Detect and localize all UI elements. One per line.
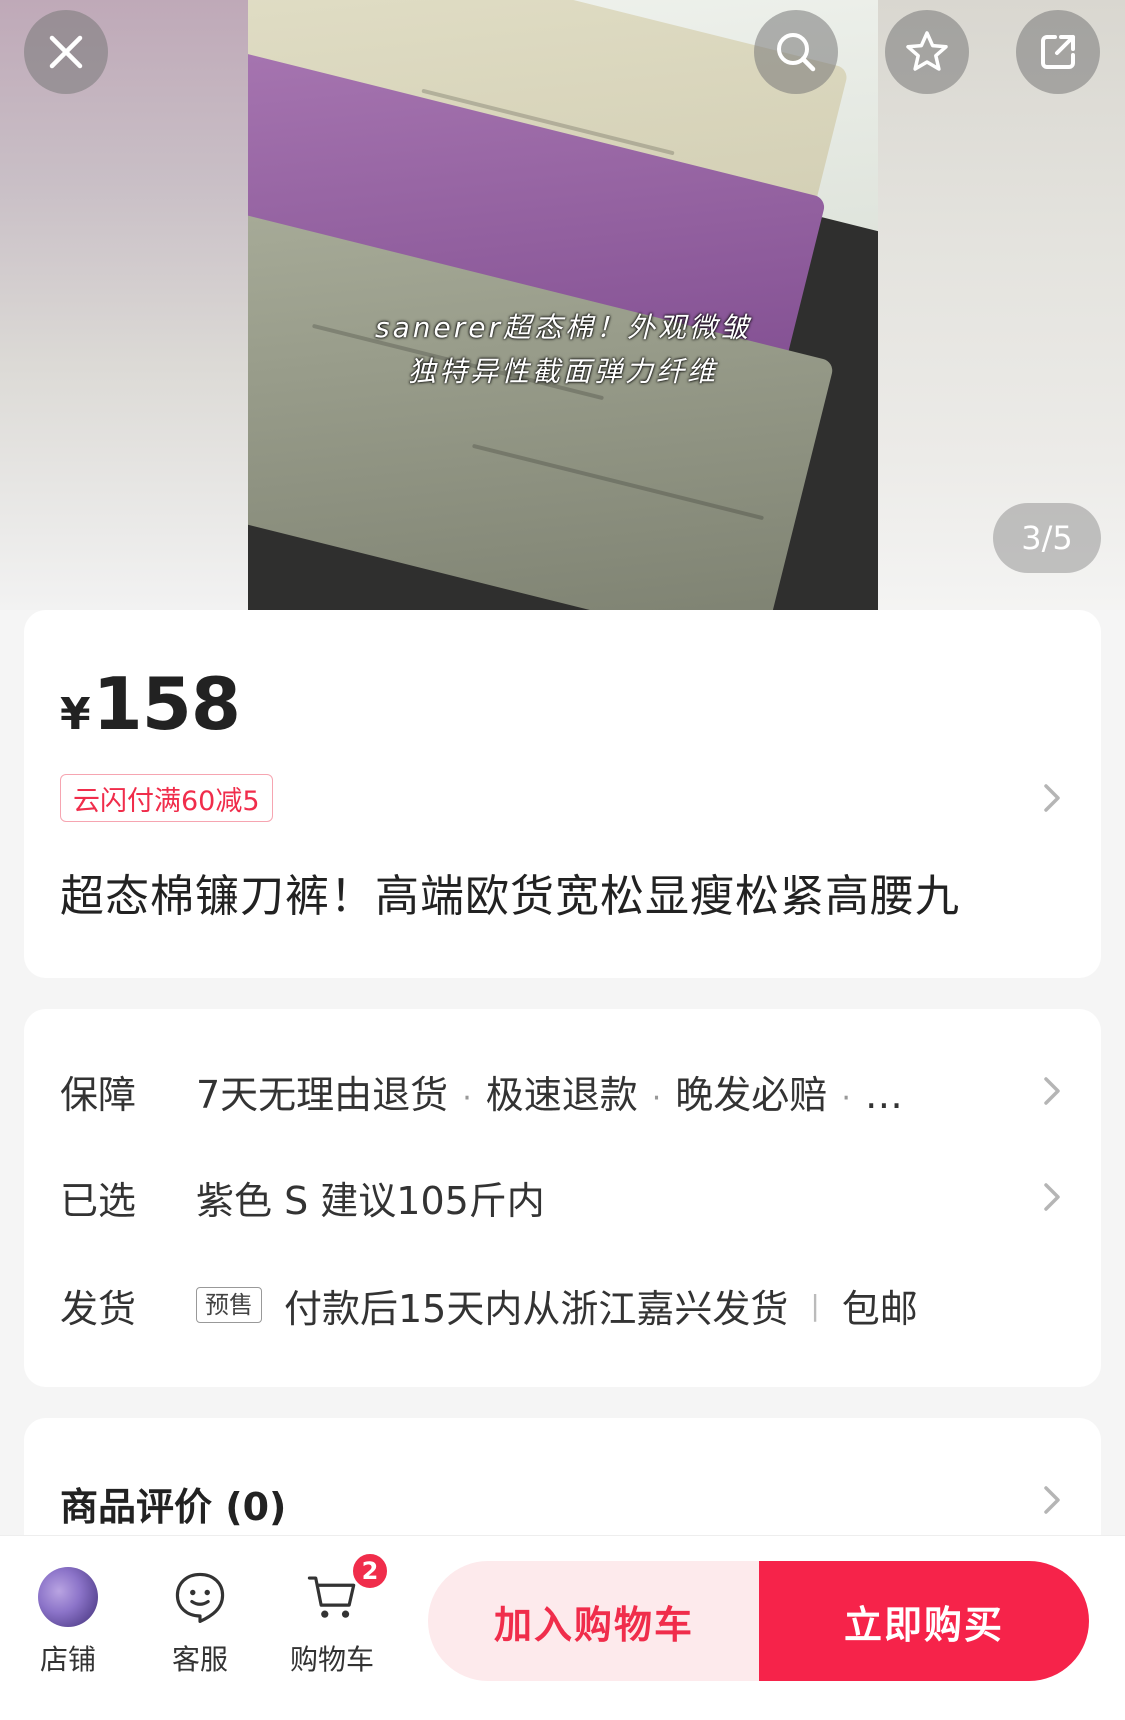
- cart-label: 购物车: [289, 1643, 374, 1676]
- chevron-right-icon[interactable]: [1038, 1177, 1066, 1217]
- cart-icon: 2: [301, 1552, 389, 1628]
- separator-dot: ·: [841, 1080, 851, 1116]
- close-icon: [49, 35, 83, 69]
- chevron-right-icon[interactable]: [1038, 1071, 1066, 1111]
- selected-row[interactable]: 已选 紫色 S 建议105斤内: [60, 1167, 1060, 1227]
- cart-count-badge: 2: [351, 1552, 389, 1590]
- guarantee-label: 保障: [60, 1072, 137, 1117]
- search-button[interactable]: [754, 10, 838, 94]
- close-button[interactable]: [24, 10, 108, 94]
- presale-tag: 预售: [196, 1286, 262, 1324]
- star-icon: [906, 31, 948, 71]
- guarantee-item: …: [864, 1072, 903, 1117]
- guarantee-item: 极速退款: [485, 1072, 638, 1117]
- add-to-cart-button[interactable]: 加入购物车: [428, 1561, 760, 1681]
- service-label: 客服: [171, 1643, 228, 1676]
- chevron-right-icon[interactable]: [1038, 778, 1066, 818]
- photo-caption-line1: sanerer超态棉！外观微皱: [375, 311, 751, 344]
- info-card: 保障 7天无理由退货 · 极速退款 · 晚发必赔 · … 已选 紫色 S 建议105斤内 发…: [24, 1009, 1101, 1387]
- divider: |: [810, 1288, 820, 1322]
- promo-badge[interactable]: 云闪付满60减5: [60, 774, 273, 822]
- selected-value: 紫色 S 建议105斤内: [196, 1178, 545, 1223]
- separator-dot: ·: [651, 1080, 662, 1116]
- review-title: 商品评价 (0): [60, 1485, 287, 1529]
- favorite-button[interactable]: [885, 10, 969, 94]
- guarantee-row[interactable]: 保障 7天无理由退货 · 极速退款 · 晚发必赔 · …: [60, 1061, 1060, 1121]
- guarantee-value: 7天无理由退货 · 极速退款 · 晚发必赔 · …: [196, 1064, 903, 1119]
- guarantee-item: 7天无理由退货: [196, 1072, 449, 1117]
- free-shipping: 包邮: [841, 1286, 918, 1331]
- price-value: 158: [92, 662, 241, 746]
- currency-symbol: ¥: [60, 689, 91, 740]
- store-label: 店铺: [39, 1643, 96, 1676]
- price: ¥ 158: [60, 662, 241, 746]
- share-icon: [1041, 35, 1075, 69]
- shipping-value: 付款后15天内从浙江嘉兴发货: [284, 1286, 789, 1331]
- share-button[interactable]: [1016, 10, 1100, 94]
- chat-icon: [169, 1566, 231, 1628]
- price-card: ¥ 158 云闪付满60减5 超态棉镰刀裤！高端欧货宽松显瘦松紧高腰九: [24, 610, 1101, 978]
- search-icon: [777, 33, 816, 72]
- buy-now-button[interactable]: 立即购买: [759, 1561, 1089, 1681]
- product-title: 超态棉镰刀裤！高端欧货宽松显瘦松紧高腰九: [60, 871, 960, 922]
- gallery-blur-left: [0, 0, 248, 610]
- avatar: [38, 1567, 98, 1627]
- selected-label: 已选: [60, 1178, 137, 1223]
- shipping-label: 发货: [60, 1286, 137, 1331]
- cart-button[interactable]: 2 购物车: [272, 1552, 392, 1678]
- customer-service-button[interactable]: 客服: [140, 1566, 260, 1678]
- separator-dot: ·: [462, 1080, 472, 1116]
- guarantee-item: 晚发必赔: [675, 1072, 828, 1117]
- bottom-action-bar: 店铺 客服 2 购物车 加入购物车 立即购买: [0, 1535, 1125, 1720]
- store-button[interactable]: 店铺: [8, 1566, 128, 1678]
- page-indicator: 3/5: [993, 503, 1101, 573]
- store-avatar-icon: [37, 1566, 99, 1628]
- product-gallery[interactable]: sanerer超态棉！外观微皱 独特异性截面弹力纤维 3/5: [0, 0, 1125, 610]
- photo-caption-line2: 独特异性截面弹力纤维: [407, 355, 718, 388]
- chevron-right-icon[interactable]: [1038, 1480, 1066, 1520]
- shipping-row: 发货 预售 付款后15天内从浙江嘉兴发货 | 包邮: [60, 1275, 1060, 1335]
